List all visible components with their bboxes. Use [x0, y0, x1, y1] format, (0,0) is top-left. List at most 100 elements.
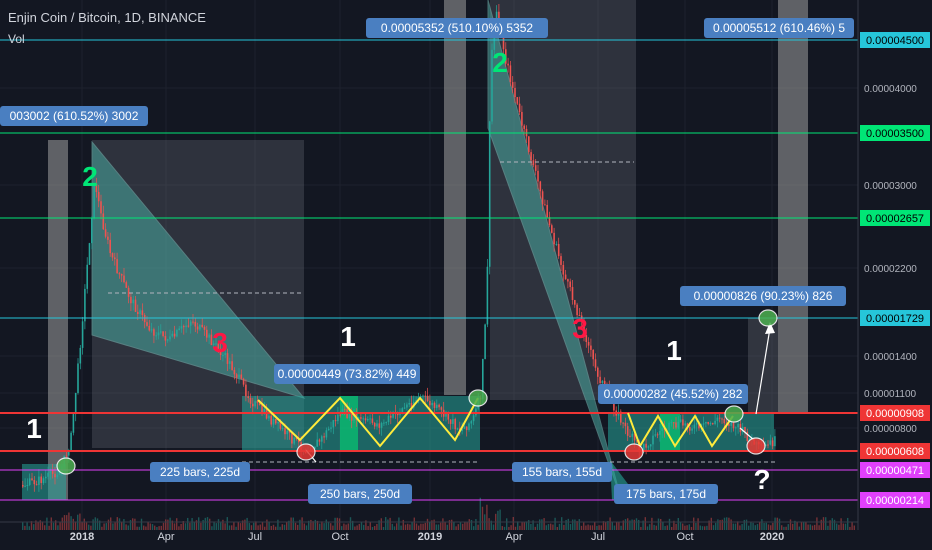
volume-bar — [655, 525, 657, 530]
volume-bar — [277, 519, 279, 530]
volume-bar — [413, 517, 415, 530]
volume-bar — [336, 517, 338, 530]
candle-body — [624, 422, 627, 427]
candle-body — [390, 415, 392, 418]
volume-bar — [103, 523, 105, 530]
volume-bar — [341, 526, 343, 530]
candle-body — [702, 423, 705, 425]
pivot-circle-green-3 — [724, 405, 744, 423]
volume-bar — [510, 525, 512, 530]
volume-bar — [380, 518, 382, 530]
wave-label-5: 3 — [572, 313, 588, 344]
candle-body — [102, 213, 105, 230]
candle-body — [468, 423, 470, 431]
volume-bar — [781, 525, 783, 530]
volume-bar — [46, 517, 48, 530]
candle-body — [587, 342, 590, 346]
volume-bar — [279, 526, 281, 530]
volume-bar — [671, 526, 673, 530]
candle-body — [647, 446, 650, 448]
volume-bar — [44, 525, 46, 530]
volume-bar — [37, 522, 39, 530]
volume-bar — [121, 522, 123, 530]
candle-body — [286, 430, 289, 435]
volume-bar — [202, 519, 204, 530]
volume-bar — [477, 524, 479, 530]
volume-bar — [699, 525, 701, 530]
volume-bar — [556, 526, 558, 530]
candle-body — [463, 426, 466, 429]
candle-body — [564, 274, 567, 280]
volume-bar — [176, 518, 178, 530]
volume-bar — [391, 523, 393, 530]
candle-body — [272, 418, 275, 425]
volume-bar — [807, 524, 809, 530]
candle-body — [562, 264, 565, 275]
candle-body — [238, 374, 240, 378]
candle-body — [449, 419, 452, 424]
volume-bar — [92, 519, 94, 530]
volume-bar — [63, 515, 66, 530]
volume-bar — [530, 523, 532, 530]
candle-body — [376, 423, 378, 427]
candle-body — [107, 236, 109, 240]
volume-bar — [332, 525, 334, 530]
candle-body — [672, 422, 675, 424]
candle-body — [369, 418, 371, 420]
candle-body — [521, 111, 523, 126]
price-chart[interactable]: 1 2 3 1 2 3 1? 003002 (610.52%) 3002 0.00005352 … — [0, 0, 932, 550]
volume-bar — [72, 518, 74, 530]
candle-body — [691, 428, 693, 431]
volume-bar — [690, 526, 693, 530]
volume-bar — [178, 526, 180, 530]
volume-bar — [259, 524, 261, 530]
volume-bar — [583, 522, 585, 530]
volume-bar — [644, 517, 646, 530]
volume-bar — [305, 525, 308, 530]
volume-bar — [811, 525, 814, 530]
volume-bar — [734, 523, 737, 530]
candle-body — [293, 437, 295, 444]
volume-bar — [519, 525, 521, 530]
volume-bar — [574, 519, 576, 530]
volume-bar — [411, 521, 413, 530]
volume-bar — [618, 522, 620, 530]
volume-bar — [140, 518, 143, 530]
candle-body — [321, 436, 323, 442]
candle-body — [91, 218, 93, 244]
volume-bar — [334, 517, 336, 530]
candle-body — [723, 419, 726, 424]
price-axis[interactable]: 0.00004000 0.00003000 0.00002200 0.00001400… — [857, 0, 932, 550]
volume-bar — [827, 525, 829, 530]
volume-bar — [550, 523, 552, 530]
volume-bar — [250, 525, 253, 530]
candle-body — [569, 281, 571, 288]
volume-bar — [217, 519, 220, 530]
volume-bar — [400, 525, 402, 530]
candle-body — [537, 170, 539, 182]
candle-body — [72, 414, 75, 433]
candle-body — [695, 423, 698, 425]
volume-bar — [814, 524, 816, 530]
candle-body — [231, 361, 233, 371]
candle-body — [169, 336, 171, 340]
volume-bar — [281, 524, 283, 530]
candle-body — [176, 329, 178, 337]
candle-body — [330, 427, 332, 429]
candle-body — [153, 329, 155, 336]
volume-bar — [772, 522, 774, 530]
price-level-tag-4: 0.00000908 — [866, 408, 924, 420]
volume-bar — [433, 519, 435, 530]
volume-bar — [360, 521, 363, 530]
volume-bar — [752, 522, 754, 530]
volume-bar — [444, 522, 446, 530]
volume-bar — [110, 517, 112, 530]
volume-bar — [842, 523, 844, 530]
measurement-label-2: 0.00005512 (610.46%) 5 — [713, 21, 845, 35]
candle-body — [689, 427, 691, 431]
volume-bar — [512, 517, 514, 530]
candle-body — [406, 404, 408, 408]
volume-bar — [805, 521, 807, 530]
bar-count-label-0: 225 bars, 225d — [160, 465, 240, 479]
candle-body — [735, 427, 737, 429]
